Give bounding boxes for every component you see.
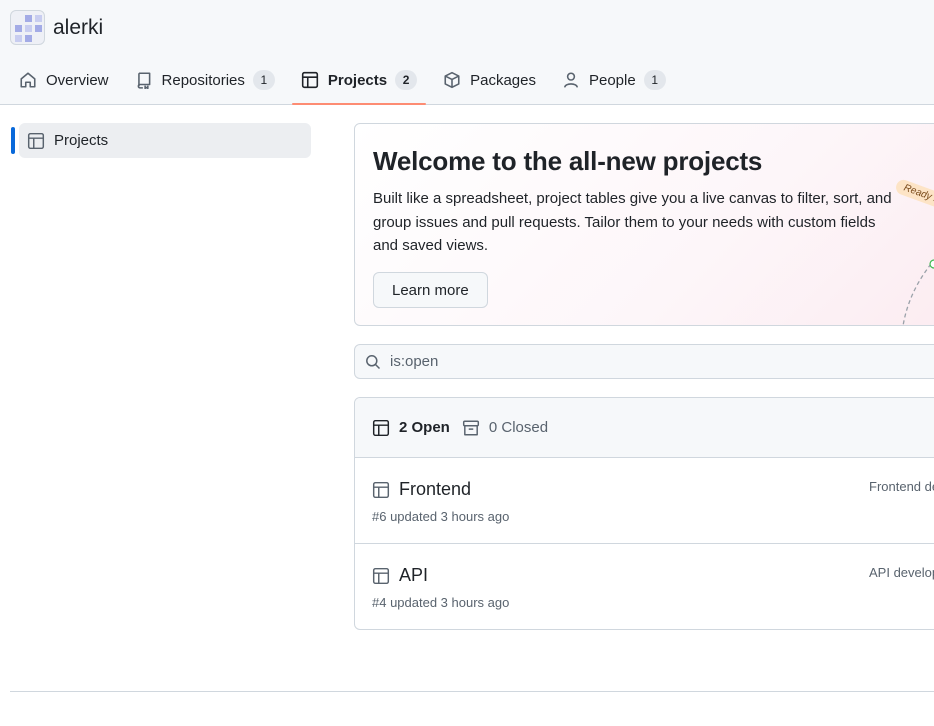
open-filter[interactable]: 2 Open <box>372 419 450 437</box>
projects-count-badge: 2 <box>395 70 418 90</box>
person-icon <box>562 71 580 89</box>
closed-filter[interactable]: 0 Closed <box>462 419 548 437</box>
org-nav: Overview Repositories 1 Projects 2 Packa… <box>10 62 683 105</box>
project-row: Frontend #6 updated 3 hours ago Frontend… <box>355 458 934 544</box>
project-row: API #4 updated 3 hours ago API develop <box>355 544 934 629</box>
home-icon <box>19 71 37 89</box>
search-input[interactable] <box>390 353 910 370</box>
learn-more-button[interactable]: Learn more <box>373 272 488 308</box>
tab-people[interactable]: People 1 <box>553 62 675 98</box>
org-name[interactable]: alerki <box>53 16 103 40</box>
search-icon <box>365 354 381 370</box>
banner-title: Welcome to the all-new projects <box>373 146 763 176</box>
tab-repositories[interactable]: Repositories 1 <box>126 62 284 98</box>
tab-label: Packages <box>470 71 536 89</box>
tab-packages[interactable]: Packages <box>434 62 545 98</box>
ready-tag: Ready f <box>893 177 934 210</box>
selected-indicator <box>11 127 15 154</box>
repo-icon <box>135 71 153 89</box>
repositories-count-badge: 1 <box>252 70 275 90</box>
sidebar: Projects <box>11 123 311 158</box>
people-count-badge: 1 <box>643 70 666 90</box>
tab-projects[interactable]: Projects 2 <box>291 62 427 105</box>
banner-body: Built like a spreadsheet, project tables… <box>373 190 892 254</box>
tab-label: Overview <box>46 71 109 89</box>
decorative-illustration-icon <box>902 259 934 325</box>
projects-welcome-banner: Welcome to the all-new projects Built li… <box>354 123 934 326</box>
project-description: API develop <box>869 565 934 580</box>
table-icon <box>27 132 45 150</box>
table-icon <box>372 481 390 499</box>
project-meta: #6 updated 3 hours ago <box>372 509 510 524</box>
footer-divider <box>10 691 934 692</box>
open-count-label: 2 Open <box>399 419 450 436</box>
archive-icon <box>462 419 480 437</box>
tab-label: Repositories <box>161 71 245 89</box>
table-icon <box>301 71 319 89</box>
table-icon <box>372 419 390 437</box>
package-icon <box>443 71 461 89</box>
closed-count-label: 0 Closed <box>488 419 549 436</box>
project-search-bar[interactable] <box>354 344 934 379</box>
projects-list: 2 Open 0 Closed Frontend #6 updated 3 ho… <box>354 397 934 630</box>
project-title-link[interactable]: Frontend <box>399 479 471 500</box>
tab-overview[interactable]: Overview <box>10 62 118 98</box>
sidebar-item-label: Projects <box>54 132 109 149</box>
tab-label: Projects <box>327 71 388 89</box>
org-header: alerki Overview Repositories 1 Projects … <box>0 0 934 105</box>
list-header: 2 Open 0 Closed <box>355 398 934 458</box>
org-avatar[interactable] <box>10 10 45 45</box>
tab-label: People <box>588 71 636 89</box>
project-title-link[interactable]: API <box>399 565 428 586</box>
project-description: Frontend de <box>869 479 934 494</box>
project-meta: #4 updated 3 hours ago <box>372 595 510 610</box>
org-identity: alerki <box>10 10 103 45</box>
table-icon <box>372 567 390 585</box>
sidebar-item-projects[interactable]: Projects <box>11 123 311 158</box>
